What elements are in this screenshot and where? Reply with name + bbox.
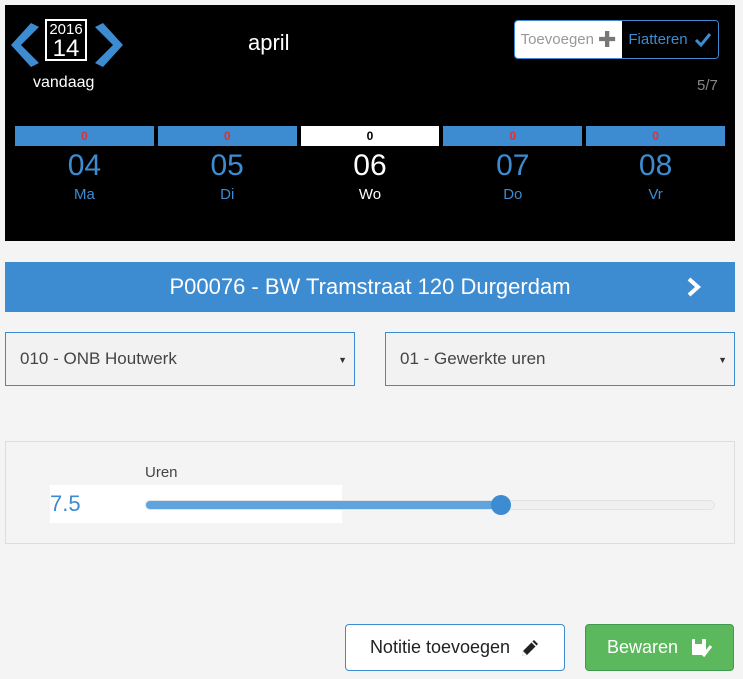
hours-label: Uren — [145, 464, 178, 481]
day-count-badge: 0 — [157, 126, 297, 146]
chevron-right-icon — [95, 23, 123, 67]
day-friday[interactable]: 0 08 Vr — [586, 126, 725, 226]
plus-icon: ✚ — [597, 26, 617, 52]
hour-type-select[interactable]: 01 - Gewerkte uren ▼ — [385, 332, 735, 386]
caret-down-icon: ▼ — [718, 355, 727, 365]
caret-down-icon: ▼ — [338, 355, 347, 365]
add-button[interactable]: Toevoegen ✚ — [515, 21, 622, 58]
hours-slider[interactable] — [145, 495, 715, 515]
add-button-label: Toevoegen — [520, 31, 594, 48]
day-count-badge: 0 — [300, 126, 440, 146]
day-count-badge: 0 — [15, 126, 154, 146]
day-monday[interactable]: 0 04 Ma — [15, 126, 154, 226]
date-header: 2016 14 vandaag april Toevoegen ✚ Fiatte… — [5, 5, 735, 241]
week-days: 0 04 Ma 0 05 Di 0 06 Wo 0 07 Do 0 08 Vr — [15, 126, 725, 226]
day-wednesday[interactable]: 0 06 Wo — [300, 126, 440, 226]
add-note-label: Notitie toevoegen — [369, 637, 511, 657]
page-count: 5/7 — [697, 77, 718, 94]
day-number: 08 — [638, 149, 673, 182]
day-count-badge: 0 — [586, 126, 725, 146]
previous-day-button[interactable] — [9, 23, 41, 67]
calendar-day: 14 — [52, 35, 80, 62]
today-link[interactable]: vandaag — [33, 74, 94, 92]
day-number: 05 — [210, 149, 244, 182]
save-check-icon — [692, 638, 713, 657]
chevron-right-icon — [687, 277, 702, 297]
hours-slider-fill — [146, 501, 501, 509]
hours-panel: Uren 7.5 — [5, 441, 735, 544]
project-title: P00076 - BW Tramstraat 120 Durgerdam — [169, 274, 571, 299]
action-button-group: Toevoegen ✚ Fiatteren — [514, 20, 719, 59]
activity-select-value: 010 - ONB Houtwerk — [20, 349, 177, 368]
day-name: Do — [503, 186, 523, 203]
day-name: Wo — [358, 186, 382, 203]
day-name: Ma — [73, 186, 95, 203]
month-title: april — [248, 30, 290, 55]
activity-select[interactable]: 010 - ONB Houtwerk ▼ — [5, 332, 355, 386]
day-number: 04 — [67, 149, 102, 182]
approve-button-label: Fiatteren — [628, 31, 688, 48]
next-day-button[interactable] — [93, 23, 125, 67]
day-name: Di — [220, 186, 235, 203]
day-name: Vr — [648, 186, 663, 203]
calendar-icon[interactable]: 2016 14 — [45, 19, 87, 61]
day-tuesday[interactable]: 0 05 Di — [157, 126, 297, 226]
pencil-icon — [522, 639, 539, 656]
project-selector[interactable]: P00076 - BW Tramstraat 120 Durgerdam — [5, 262, 735, 312]
day-number: 07 — [496, 149, 530, 182]
check-icon — [694, 32, 711, 47]
hour-type-select-value: 01 - Gewerkte uren — [400, 349, 546, 368]
day-thursday[interactable]: 0 07 Do — [443, 126, 583, 226]
approve-button[interactable]: Fiatteren — [622, 21, 718, 58]
day-number: 06 — [353, 149, 387, 182]
chevron-left-icon — [11, 23, 39, 67]
add-note-button[interactable]: Notitie toevoegen — [345, 624, 565, 671]
hours-slider-handle[interactable] — [491, 495, 511, 515]
save-button-label: Bewaren — [606, 637, 679, 657]
save-button[interactable]: Bewaren — [585, 624, 734, 671]
day-count-badge: 0 — [443, 126, 583, 146]
